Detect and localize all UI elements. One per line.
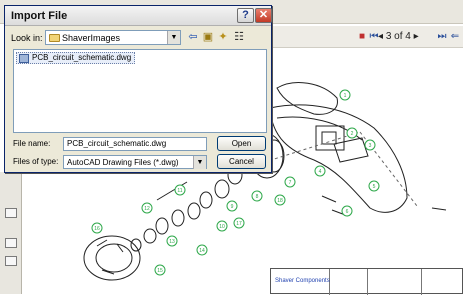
callout-label: 12 [144, 206, 150, 212]
back-icon[interactable]: ⇦ [186, 31, 200, 44]
screw-lines [321, 195, 447, 217]
ring [187, 202, 201, 220]
title-block-title: Shaver Components [275, 278, 330, 284]
ring [155, 217, 169, 235]
callout-label: 8 [256, 194, 259, 200]
callout-label: 7 [289, 180, 292, 186]
up-folder-icon[interactable]: ▣ [201, 31, 215, 44]
ring [143, 228, 157, 244]
title-block-cell [367, 269, 368, 295]
look-in-dropdown[interactable]: ShaverImages ▼ [45, 30, 181, 45]
ring [199, 191, 213, 209]
title-block: Shaver Components [270, 268, 463, 295]
panel-icon[interactable] [5, 256, 17, 266]
panel-icon[interactable] [5, 208, 17, 218]
look-in-value: ShaverImages [62, 33, 121, 43]
dialog-titlebar[interactable]: Import File ? ✕ [5, 6, 272, 26]
callout-label: 5 [373, 184, 376, 190]
upper-housing [276, 82, 338, 115]
callout-label: 18 [277, 198, 283, 204]
ring [214, 179, 230, 199]
left-panel-strip [0, 172, 22, 294]
file-type-label: Files of type: [13, 157, 59, 166]
file-name-label: File name: [13, 139, 51, 148]
cancel-button[interactable]: Cancel [217, 154, 266, 169]
close-button[interactable]: ✕ [255, 8, 272, 23]
views-icon[interactable]: ☷ [232, 31, 246, 44]
file-item[interactable]: PCB_circuit_schematic.dwg [16, 52, 136, 64]
folder-icon [49, 34, 60, 42]
import-file-dialog: Import File ? ✕ Look in: ShaverImages ▼ … [4, 5, 272, 173]
callout-label: 15 [157, 268, 163, 274]
title-block-cell [421, 269, 422, 295]
cutter-slots [96, 239, 124, 275]
file-type-value: AutoCAD Drawing Files (*.dwg) [67, 158, 179, 167]
file-item-name: PCB_circuit_schematic.dwg [32, 53, 132, 62]
dialog-title: Import File [11, 10, 68, 22]
file-list[interactable]: PCB_circuit_schematic.dwg [13, 49, 267, 133]
print-icon[interactable]: ■ [356, 30, 368, 43]
callout-label: 3 [369, 143, 372, 149]
cutter-inner [95, 243, 133, 273]
open-button[interactable]: Open [217, 136, 266, 151]
ring [130, 238, 142, 252]
callout-label: 14 [199, 248, 205, 254]
callout-label: 4 [319, 169, 322, 175]
last-page-icon[interactable]: ⏭ [436, 30, 448, 43]
callout-label: 11 [177, 188, 182, 194]
look-in-label: Look in: [11, 33, 43, 43]
file-name-input[interactable]: PCB_circuit_schematic.dwg [63, 137, 207, 151]
callout-label: 16 [94, 226, 100, 232]
chevron-down-icon[interactable]: ▼ [193, 156, 206, 169]
callout-label: 9 [231, 204, 234, 210]
callout-label: 13 [169, 239, 175, 245]
page-indicator: ◂ 3 of 4 ▸ [378, 31, 419, 42]
help-button[interactable]: ? [237, 8, 254, 23]
callout-label: 6 [346, 209, 349, 215]
dwg-file-icon [19, 54, 29, 63]
ring [171, 209, 185, 227]
callout-label: 17 [236, 221, 242, 227]
callout-label: 1 [344, 93, 347, 99]
callout-label: 2 [351, 131, 354, 137]
new-folder-icon[interactable]: ✦ [216, 31, 230, 44]
callout-label: 10 [219, 224, 225, 230]
page-indicator-text: 3 of 4 [385, 31, 411, 42]
panel-icon[interactable] [5, 238, 17, 248]
chevron-down-icon[interactable]: ▼ [167, 31, 180, 44]
back-arrow-icon[interactable]: ⇐ [449, 30, 461, 43]
center-line [251, 131, 418, 207]
page-navigation-bar: ■ ⏮ ◂ 3 of 4 ▸ ⏭ ⇐ [270, 26, 463, 48]
file-type-dropdown[interactable]: AutoCAD Drawing Files (*.dwg) ▼ [63, 155, 207, 169]
